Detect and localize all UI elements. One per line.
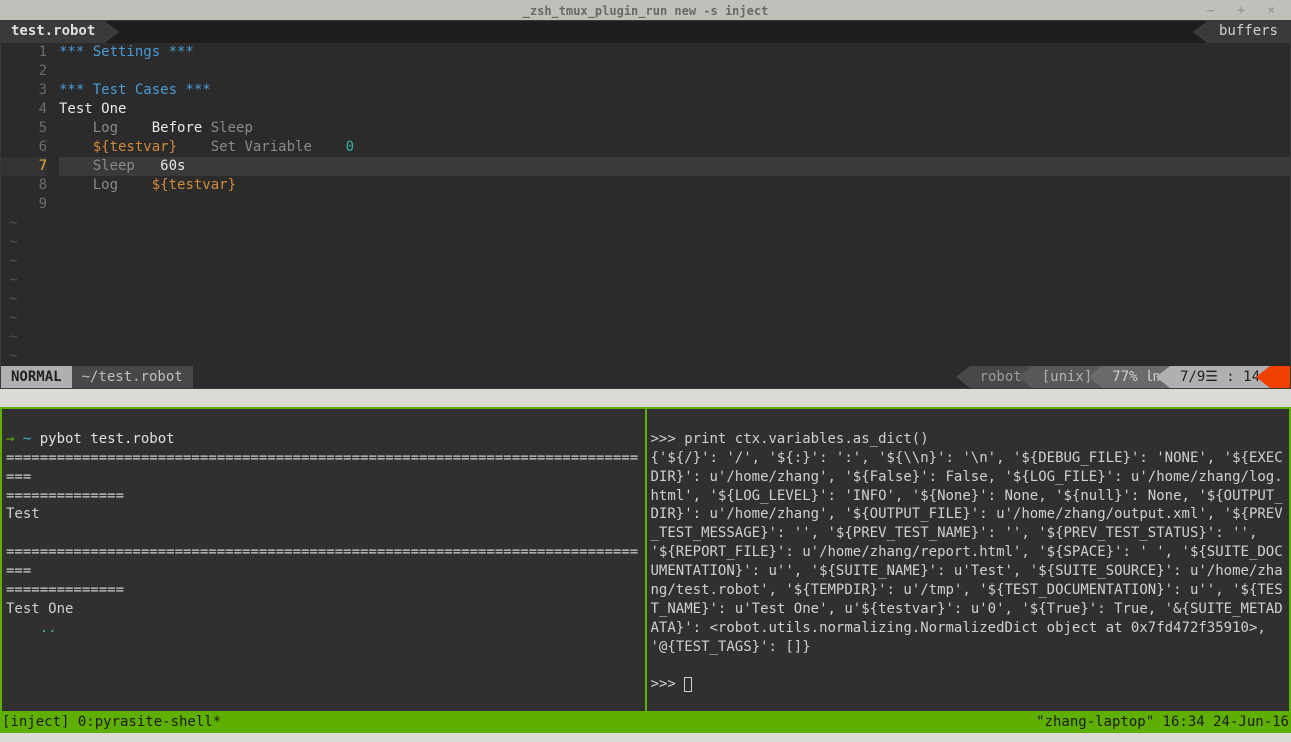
terminal-pane-left[interactable]: → ~ pybot test.robot ===================… xyxy=(2,409,645,711)
test-name: Test One xyxy=(6,601,73,617)
tilde-row: ~ xyxy=(9,252,1290,271)
tilde-row: ~ xyxy=(9,271,1290,290)
line-number: 5 xyxy=(1,119,47,138)
line-number: 7 xyxy=(1,157,47,176)
line-number: 3 xyxy=(1,81,47,100)
separator-line: ========================================… xyxy=(6,450,638,485)
terminal-pane-right[interactable]: >>> print ctx.variables.as_dict() {'${/}… xyxy=(647,409,1290,711)
editor: test.robot buffers 123456789 *** Setting… xyxy=(0,20,1291,389)
tmux-statusbar: [inject] 0:pyrasite-shell* "zhang-laptop… xyxy=(0,711,1291,733)
line-number: 1 xyxy=(1,43,47,62)
window-gap xyxy=(0,389,1291,407)
code-line[interactable]: ${testvar} Set Variable 0 xyxy=(59,138,1290,157)
line-number: 2 xyxy=(1,62,47,81)
tab-buffers[interactable]: buffers xyxy=(1207,21,1290,43)
code-area[interactable]: *** Settings *** *** Test Cases ***Test O… xyxy=(59,43,1290,214)
tilde-row: ~ xyxy=(9,233,1290,252)
code-line[interactable] xyxy=(59,195,1290,214)
separator-line: ========================================… xyxy=(6,544,638,579)
code-line[interactable]: *** Settings *** xyxy=(59,43,1290,62)
repl-output: {'${/}': '/', '${:}': ':', '${\\n}': '\n… xyxy=(651,450,1283,655)
progress-dots: .. xyxy=(6,620,57,636)
window-titlebar: _zsh_tmux_plugin_run new -s inject — + × xyxy=(0,0,1291,20)
tmux-status-right: "zhang-laptop" 16:34 24-Jun-16 xyxy=(1036,713,1289,732)
window-title: _zsh_tmux_plugin_run new -s inject xyxy=(523,4,769,18)
code-line[interactable]: Log Before Sleep xyxy=(59,119,1290,138)
vim-statusline: NORMAL ~/test.robot robot [unix] 77% ㏑ 7… xyxy=(1,366,1290,388)
suite-name: Test xyxy=(6,506,40,522)
line-number: 9 xyxy=(1,195,47,214)
tilde-row: ~ xyxy=(9,328,1290,347)
tab-current-file[interactable]: test.robot xyxy=(1,21,105,43)
prompt-arrow-icon: → xyxy=(6,431,23,447)
separator-short: ============== xyxy=(6,488,124,504)
window-controls[interactable]: — + × xyxy=(1207,2,1283,18)
buffer-tabline: test.robot buffers xyxy=(1,21,1290,43)
tmux-panes: → ~ pybot test.robot ===================… xyxy=(0,407,1291,711)
code-line[interactable]: Test One xyxy=(59,100,1290,119)
cursor-icon xyxy=(684,677,692,692)
shell-command: pybot test.robot xyxy=(40,431,175,447)
tilde-row: ~ xyxy=(9,309,1290,328)
code-line[interactable]: Sleep 60s xyxy=(59,157,1290,176)
status-position: 7/9☰ : 14 xyxy=(1170,366,1270,388)
tilde-row: ~ xyxy=(9,214,1290,233)
prompt-cwd: ~ xyxy=(23,431,40,447)
line-number-gutter: 123456789 xyxy=(1,43,59,214)
tmux-status-left: [inject] 0:pyrasite-shell* xyxy=(2,713,221,732)
line-number: 6 xyxy=(1,138,47,157)
status-mode: NORMAL xyxy=(1,366,72,388)
status-filepath: ~/test.robot xyxy=(72,366,193,388)
line-number: 4 xyxy=(1,100,47,119)
code-line[interactable]: Log ${testvar} xyxy=(59,176,1290,195)
status-end-marker xyxy=(1270,366,1290,388)
separator-short: ============== xyxy=(6,582,124,598)
empty-rows: ~~~~~~~~ xyxy=(1,214,1290,366)
tilde-row: ~ xyxy=(9,290,1290,309)
tilde-row: ~ xyxy=(9,347,1290,366)
code-line[interactable]: *** Test Cases *** xyxy=(59,81,1290,100)
repl-command: print ctx.variables.as_dict() xyxy=(684,431,928,447)
code-line[interactable] xyxy=(59,62,1290,81)
line-number: 8 xyxy=(1,176,47,195)
repl-prompt: >>> xyxy=(651,431,685,447)
repl-prompt: >>> xyxy=(651,676,685,692)
